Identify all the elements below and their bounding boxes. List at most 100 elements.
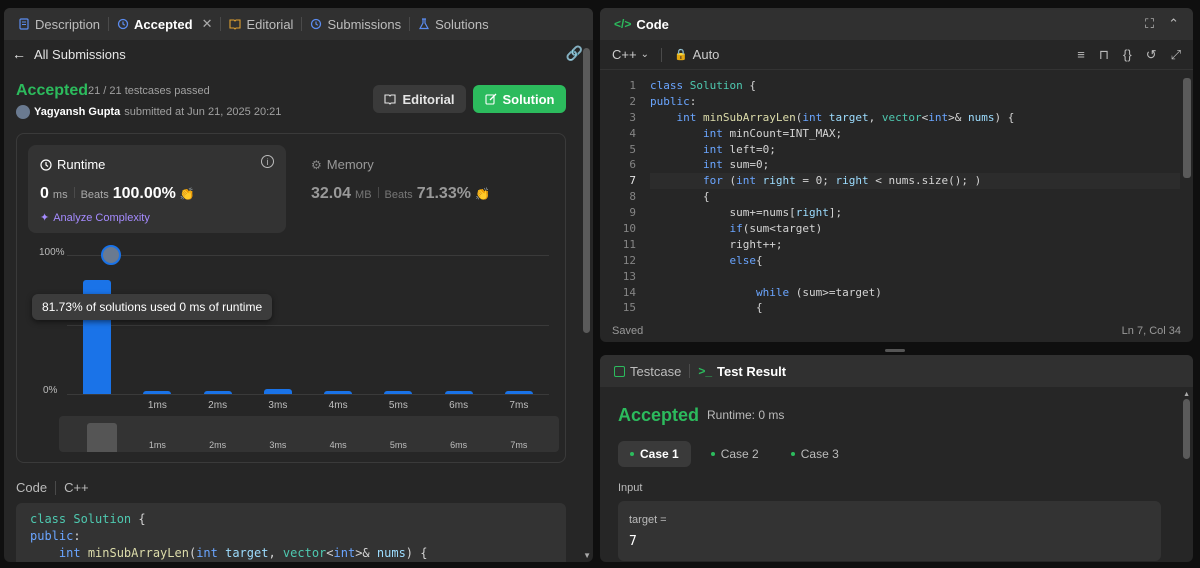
- case-tab-2[interactable]: Case 2: [699, 441, 771, 467]
- tab-editorial-label: Editorial: [246, 16, 294, 32]
- chart-bar[interactable]: [384, 390, 413, 394]
- case-tab-label: Case 1: [640, 447, 679, 461]
- tab-accepted[interactable]: Accepted ✕: [111, 8, 218, 40]
- chart-bar[interactable]: [444, 390, 473, 394]
- code-line: {: [650, 189, 1180, 205]
- input-label: Input: [618, 482, 643, 494]
- close-icon[interactable]: ✕: [202, 16, 213, 32]
- code-token: minSubArrayLen: [87, 546, 189, 560]
- pass-dot-icon: [790, 452, 795, 456]
- braces-icon[interactable]: {}: [1123, 47, 1132, 63]
- divider: [660, 47, 662, 62]
- submission-status: Accepted: [16, 82, 89, 99]
- range-selector[interactable]: 1ms 2ms 3ms 4ms 5ms 6ms 7ms: [59, 416, 559, 452]
- chart-bar[interactable]: [504, 390, 533, 394]
- code-token: {: [650, 190, 710, 204]
- memory-beats-label: Beats: [384, 189, 413, 201]
- code-token: {: [755, 253, 763, 267]
- code-token: <: [326, 546, 334, 560]
- editor-scrollbar[interactable]: [1183, 78, 1191, 178]
- test-result-panel: Testcase >_ Test Result Accepted Runtime…: [600, 355, 1193, 562]
- chart-bar[interactable]: [324, 390, 353, 394]
- expand-icon[interactable]: ⛶: [1145, 16, 1154, 32]
- scroll-up-arrow[interactable]: ▲: [1183, 391, 1190, 398]
- editor-window-controls: ⛶ ⌃: [1145, 16, 1185, 32]
- tab-testcase[interactable]: Testcase: [608, 355, 687, 387]
- input-var-name: target =: [629, 514, 667, 526]
- scroll-down-arrow[interactable]: ▼: [583, 551, 591, 560]
- runtime-beats-label: Beats: [80, 189, 109, 201]
- username[interactable]: Yagyansh Gupta: [34, 106, 120, 118]
- format-icon[interactable]: ≡: [1077, 47, 1085, 63]
- tab-description[interactable]: Description: [12, 8, 106, 40]
- code-line: int sum=0;: [650, 157, 1180, 173]
- editorial-button-label: Editorial: [402, 91, 455, 107]
- runtime-header: Runtime: [40, 157, 105, 172]
- runtime-chart[interactable]: 100% 0% 1ms 2ms 3ms 4ms 5ms 6ms 7ms: [17, 242, 565, 417]
- bookmark-icon[interactable]: ⊓: [1099, 47, 1109, 63]
- info-icon[interactable]: i: [261, 155, 274, 168]
- tab-submissions[interactable]: Submissions: [304, 8, 407, 40]
- case-tab-1[interactable]: Case 1: [618, 441, 691, 467]
- code-lang: C++: [64, 480, 89, 495]
- tab-test-result[interactable]: >_ Test Result: [692, 355, 792, 387]
- editor-code[interactable]: class Solution {public: int minSubArrayL…: [650, 78, 1180, 316]
- mini-tick-label: 6ms: [450, 440, 468, 450]
- solution-button[interactable]: Solution: [473, 85, 566, 113]
- memory-card[interactable]: ⚙ Memory 32.04 MB Beats 71.33% 👏: [299, 145, 557, 233]
- code-line: if(sum<target): [650, 221, 1180, 237]
- line-number: 2: [629, 94, 636, 108]
- code-line: else{: [650, 253, 1180, 269]
- tab-editorial[interactable]: Editorial: [223, 8, 299, 40]
- terminal-icon: >_: [698, 364, 712, 378]
- code-token: while: [755, 285, 796, 299]
- line-number: 5: [629, 142, 636, 156]
- code-token: right++;: [650, 237, 783, 251]
- tab-code[interactable]: </> Code: [608, 8, 675, 40]
- reset-icon[interactable]: ↺: [1146, 47, 1157, 63]
- chart-bar[interactable]: [143, 390, 172, 394]
- code-line: int minSubArrayLen(int target, vector<in…: [30, 545, 552, 562]
- left-tabbar: Description Accepted ✕ Editorial Submiss…: [4, 8, 593, 40]
- divider: [55, 480, 57, 495]
- code-section-header: Code C++: [16, 480, 89, 495]
- case-tab-3[interactable]: Case 3: [779, 441, 851, 467]
- link-icon[interactable]: 🔗: [566, 45, 583, 62]
- fullscreen-icon[interactable]: ⤢: [1171, 47, 1181, 63]
- language-select[interactable]: C++ ⌄: [612, 47, 649, 62]
- runtime-card[interactable]: Runtime i 0 ms Beats 100.00% 👏 ✦ Analyze…: [28, 145, 286, 233]
- code-token: int: [702, 142, 730, 156]
- code-line: int minCount=INT_MAX;: [650, 126, 1180, 142]
- chevron-up-icon[interactable]: ⌃: [1168, 16, 1179, 32]
- bottom-scrollbar[interactable]: [1183, 399, 1190, 459]
- editor-status: Saved: [612, 325, 644, 337]
- left-scrollbar[interactable]: [583, 48, 590, 333]
- memory-beats-value: 71.33%: [416, 185, 471, 202]
- tab-divider: [108, 17, 110, 31]
- chart-bar[interactable]: [263, 389, 292, 394]
- resize-handle[interactable]: [885, 349, 905, 352]
- code-token: for: [702, 174, 730, 188]
- tab-accepted-label: Accepted: [134, 16, 193, 32]
- editor-body[interactable]: 1 2 3 4 5 6 7 8 9 10 11 12 13 14 15 class Solution {pu…: [600, 78, 1180, 316]
- sparkle-icon: ✦: [40, 212, 50, 224]
- back-link[interactable]: ← All Submissions: [12, 46, 126, 62]
- code-token: Solution: [73, 512, 132, 526]
- editor-actions: ≡ ⊓ {} ↺ ⤢: [1077, 47, 1181, 63]
- avatar[interactable]: [16, 105, 30, 119]
- chart-bar[interactable]: [203, 390, 232, 394]
- code-token: ,: [268, 546, 283, 560]
- auto-mode[interactable]: 🔒 Auto: [674, 47, 719, 62]
- range-handle[interactable]: [87, 423, 117, 452]
- code-line: class Solution {: [650, 78, 1180, 94]
- tab-solutions[interactable]: Solutions: [412, 8, 494, 40]
- analyze-complexity[interactable]: ✦ Analyze Complexity: [40, 211, 150, 225]
- code-token: int: [802, 110, 829, 124]
- gridline: [67, 255, 549, 256]
- editorial-button[interactable]: Editorial: [373, 85, 466, 113]
- document-icon: [19, 18, 29, 30]
- code-token: (sum>=target): [795, 285, 882, 299]
